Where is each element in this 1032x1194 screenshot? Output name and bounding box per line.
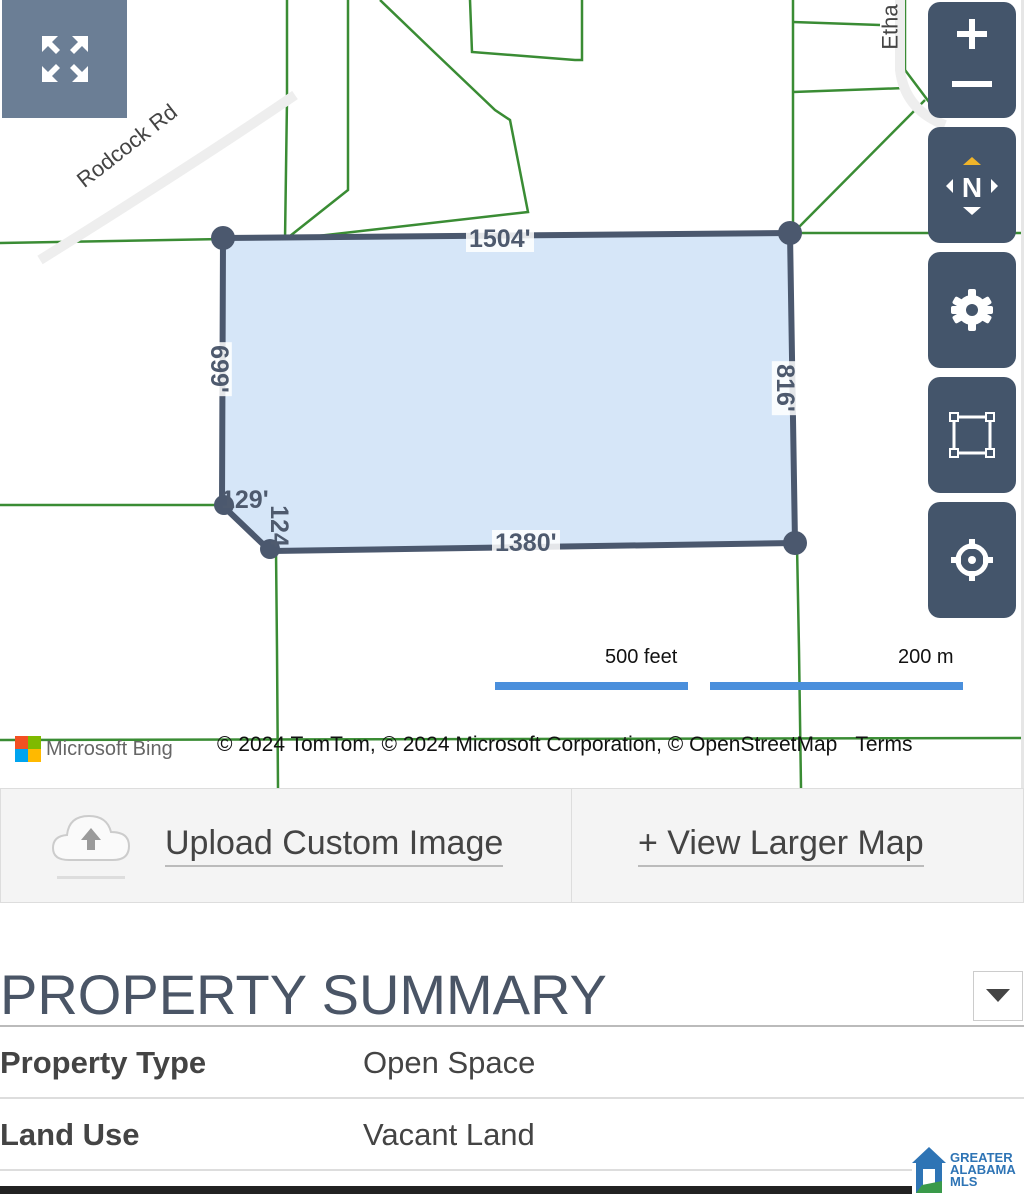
compass-north-label: N <box>962 172 982 203</box>
fullscreen-icon <box>41 36 88 82</box>
gear-icon <box>951 289 993 331</box>
map-attribution: © 2024 TomTom, © 2024 Microsoft Corporat… <box>217 733 913 757</box>
cloud-upload-icon <box>51 814 131 879</box>
footer-bar <box>0 1186 1032 1194</box>
collapse-section-button[interactable] <box>973 971 1023 1021</box>
dimension-label-small-a: 129' <box>221 486 269 514</box>
attribution-text: © 2024 TomTom, © 2024 Microsoft Corporat… <box>217 733 838 756</box>
summary-row-label: Property Type <box>0 1045 207 1080</box>
fullscreen-button[interactable] <box>2 0 127 118</box>
parcel-line <box>289 0 350 237</box>
parcel-line <box>792 86 906 94</box>
bing-logo[interactable]: Microsoft Bing <box>15 736 173 762</box>
parcel-polygon <box>219 230 798 554</box>
compass-control[interactable]: N <box>928 127 1016 243</box>
settings-button[interactable] <box>928 252 1016 368</box>
bing-label: Microsoft Bing <box>46 737 173 760</box>
parcel-vertex <box>778 221 802 245</box>
map-actions: Upload Custom Image + View Larger Map <box>0 788 1024 903</box>
minus-icon <box>952 81 992 87</box>
dimension-label-left: 699' <box>205 342 233 396</box>
summary-row-value: Open Space <box>363 1045 536 1080</box>
terms-link[interactable]: Terms <box>855 733 912 756</box>
plus-icon <box>957 19 987 49</box>
draw-selection-button[interactable] <box>928 377 1016 493</box>
summary-row-label: Land Use <box>0 1117 140 1152</box>
summary-row-value: Vacant Land <box>363 1117 535 1152</box>
parcel-line <box>0 237 224 245</box>
scale-label-imperial: 500 feet <box>605 646 678 668</box>
mls-line: MLS <box>950 1174 978 1189</box>
crosshair-icon <box>951 539 993 581</box>
compass-icon: N <box>946 157 998 215</box>
house-icon <box>912 1147 946 1193</box>
mls-text: GREATER ALABAMA MLS <box>950 1151 1016 1189</box>
locate-me-button[interactable] <box>928 502 1016 618</box>
dimension-label-top: 1504' <box>466 226 534 252</box>
parcel-line <box>797 99 926 229</box>
zoom-in-button[interactable] <box>928 12 1016 56</box>
view-larger-map-button[interactable]: + View Larger Map <box>572 789 1023 902</box>
road-label-etha: Etha <box>877 4 903 50</box>
parcel-vertex <box>211 226 235 250</box>
selection-box-icon <box>949 412 995 458</box>
view-larger-map-label: + View Larger Map <box>638 824 924 867</box>
chevron-down-icon <box>986 989 1010 1002</box>
scale-bar-imperial <box>495 682 688 690</box>
upload-custom-image-label: Upload Custom Image <box>165 824 504 867</box>
parcel-line <box>792 20 881 27</box>
zoom-out-button[interactable] <box>928 62 1016 106</box>
dimension-label-bottom: 1380' <box>492 530 560 556</box>
map-view[interactable]: Rodcock Rd Etha 1504' 699' 816' 1380' 12… <box>0 0 1024 788</box>
parcel-line <box>283 0 289 241</box>
parcel-vertex <box>783 531 807 555</box>
summary-row: Property Type Open Space <box>0 1027 1024 1099</box>
summary-row: Land Use Vacant Land <box>0 1099 1024 1171</box>
parcel-line <box>468 0 584 62</box>
greater-alabama-mls-logo: GREATER ALABAMA MLS <box>912 1146 1032 1194</box>
dimension-label-small-b: 124' <box>264 505 293 553</box>
upload-custom-image-button[interactable]: Upload Custom Image <box>1 789 572 902</box>
microsoft-logo-icon <box>15 736 41 762</box>
dimension-label-right: 816' <box>771 361 799 415</box>
scale-label-metric: 200 m <box>898 646 954 668</box>
scale-bar-metric <box>710 682 963 690</box>
section-title: PROPERTY SUMMARY <box>0 963 607 1026</box>
zoom-control <box>928 2 1016 118</box>
